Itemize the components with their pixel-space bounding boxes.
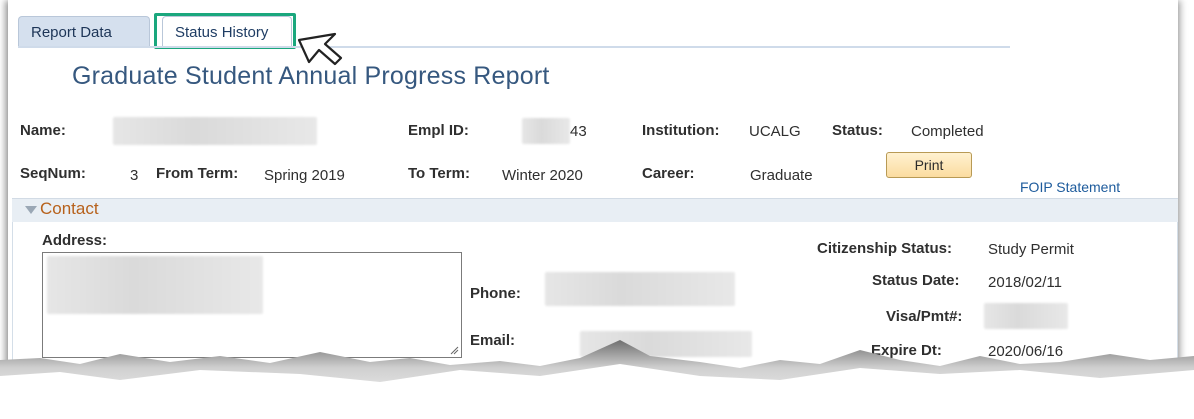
emplid-value: 43: [570, 123, 587, 140]
institution-label: Institution:: [642, 122, 720, 139]
status-date-label: Status Date:: [872, 272, 960, 289]
triangle-down-icon[interactable]: [25, 206, 37, 214]
phone-label: Phone:: [470, 285, 521, 302]
status-date-value: 2018/02/11: [988, 274, 1062, 291]
address-redacted: [47, 256, 263, 314]
tab-report-data[interactable]: Report Data: [18, 16, 150, 46]
emplid-label: Empl ID:: [408, 122, 469, 139]
seqnum-label: SeqNum:: [20, 165, 86, 182]
tab-underline: [18, 46, 1010, 48]
visa-redacted: [984, 303, 1068, 329]
visa-label: Visa/Pmt#:: [886, 308, 963, 325]
to-term-value: Winter 2020: [502, 167, 583, 184]
citizenship-value: Study Permit: [988, 241, 1074, 258]
from-term-value: Spring 2019: [264, 167, 345, 184]
career-value: Graduate: [750, 167, 813, 184]
status-label: Status:: [832, 122, 883, 139]
torn-edge-decoration: [0, 340, 1194, 419]
contact-section-header[interactable]: [12, 198, 1178, 222]
phone-redacted: [545, 272, 735, 306]
contact-section-title[interactable]: Contact: [40, 199, 99, 219]
career-label: Career:: [642, 165, 695, 182]
address-label: Address:: [42, 232, 108, 249]
institution-value: UCALG: [749, 123, 801, 140]
citizenship-label: Citizenship Status:: [817, 240, 953, 257]
page-title: Graduate Student Annual Progress Report: [72, 62, 550, 90]
name-label: Name:: [20, 122, 66, 139]
from-term-label: From Term:: [156, 165, 239, 182]
seqnum-value: 3: [130, 167, 139, 184]
print-button[interactable]: Print: [886, 152, 972, 178]
status-value: Completed: [911, 123, 984, 140]
name-redacted: [113, 117, 317, 145]
tab-status-history[interactable]: Status History: [162, 16, 292, 46]
foip-statement-link[interactable]: FOIP Statement: [1020, 179, 1120, 195]
to-term-label: To Term:: [408, 165, 470, 182]
emplid-redacted: [522, 118, 570, 144]
